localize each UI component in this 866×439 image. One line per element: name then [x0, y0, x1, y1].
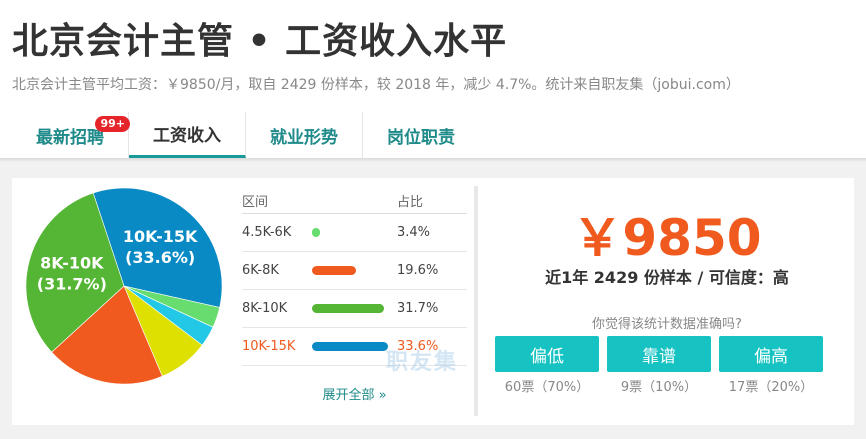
header-percent: 占比 — [397, 195, 424, 210]
vote-count: 60票（70%） — [504, 380, 590, 395]
sample-info: 近1年 2429 份样本 / 可信度：高 — [545, 268, 789, 287]
row-bar — [312, 266, 357, 275]
expand-all-link[interactable]: 展开全部 » — [242, 384, 467, 403]
row-percent: 19.6% — [397, 263, 439, 278]
vote-high: 偏高 17票（20%） — [719, 336, 823, 395]
header: 北京会计主管 • 工资收入水平 北京会计主管平均工资：￥9850/月，取自 24… — [0, 0, 866, 158]
vote-accurate: 靠谱 9票（10%） — [607, 336, 711, 395]
tab-label: 就业形势 — [270, 127, 338, 148]
pie-slice-label: 8K-10K — [40, 253, 104, 272]
tab-bar: 最新招聘 99+ 工资收入 就业形势 岗位职责 — [12, 112, 479, 158]
table-row: 6K-8K 19.6% — [242, 252, 467, 290]
row-bar — [312, 304, 384, 313]
pie-svg: 10K-15K (33.6%) 8K-10K (31.7%) — [25, 187, 223, 385]
table-header: 区间 占比 — [242, 188, 467, 214]
vote-low-button[interactable]: 偏低 — [495, 336, 599, 372]
tab-label: 最新招聘 — [36, 127, 104, 148]
tab-employment[interactable]: 就业形势 — [246, 112, 363, 158]
salary-pie-chart: 10K-15K (33.6%) 8K-10K (31.7%) — [24, 186, 224, 386]
row-bar — [312, 342, 388, 351]
vote-low: 偏低 60票（70%） — [495, 336, 599, 395]
header-range: 区间 — [242, 195, 269, 210]
page-subtitle: 北京会计主管平均工资：￥9850/月，取自 2429 份样本，较 2018 年，… — [12, 77, 740, 93]
pie-slice-label: (31.7%) — [37, 274, 107, 293]
table-row: 8K-10K 31.7% — [242, 290, 467, 328]
vote-high-button[interactable]: 偏高 — [719, 336, 823, 372]
vote-count: 17票（20%） — [728, 380, 814, 395]
header-shadow — [0, 158, 866, 162]
pie-slice-label: (33.6%) — [125, 248, 195, 267]
vote-accurate-button[interactable]: 靠谱 — [607, 336, 711, 372]
row-bar — [312, 228, 320, 237]
salary-distribution-table: 区间 占比 4.5K-6K 3.4% 6K-8K 19.6% 8K-10K 31… — [242, 188, 467, 366]
table-row-highlighted: 10K-15K 33.6% — [242, 328, 467, 366]
tab-duties[interactable]: 岗位职责 — [363, 112, 479, 158]
pie-slice-label: 10K-15K — [123, 227, 198, 246]
row-percent: 3.4% — [397, 225, 431, 240]
new-count-badge: 99+ — [95, 116, 130, 132]
vertical-divider — [474, 186, 478, 416]
row-range: 8K-10K — [242, 301, 288, 316]
row-range: 6K-8K — [242, 263, 279, 278]
accuracy-question: 你觉得该统计数据准确吗? — [592, 317, 742, 332]
vote-count: 9票（10%） — [620, 380, 698, 395]
vote-group: 偏低 60票（70%） 靠谱 9票（10%） 偏高 17票（20%） — [495, 336, 831, 395]
salary-card: 10K-15K (33.6%) 8K-10K (31.7%) 区间 占比 4.5K-6… — [12, 178, 854, 425]
page-title: 北京会计主管 • 工资收入水平 — [12, 21, 508, 62]
table-row: 4.5K-6K 3.4% — [242, 214, 467, 252]
tab-label: 工资收入 — [153, 126, 221, 146]
average-salary: ￥9850 — [572, 209, 762, 267]
tab-latest-jobs[interactable]: 最新招聘 99+ — [12, 112, 130, 158]
row-range: 10K-15K — [242, 339, 296, 354]
tab-label: 岗位职责 — [387, 127, 455, 148]
tab-salary[interactable]: 工资收入 — [129, 112, 246, 158]
row-range: 4.5K-6K — [242, 225, 292, 240]
row-percent: 33.6% — [397, 339, 439, 354]
row-percent: 31.7% — [397, 301, 439, 316]
